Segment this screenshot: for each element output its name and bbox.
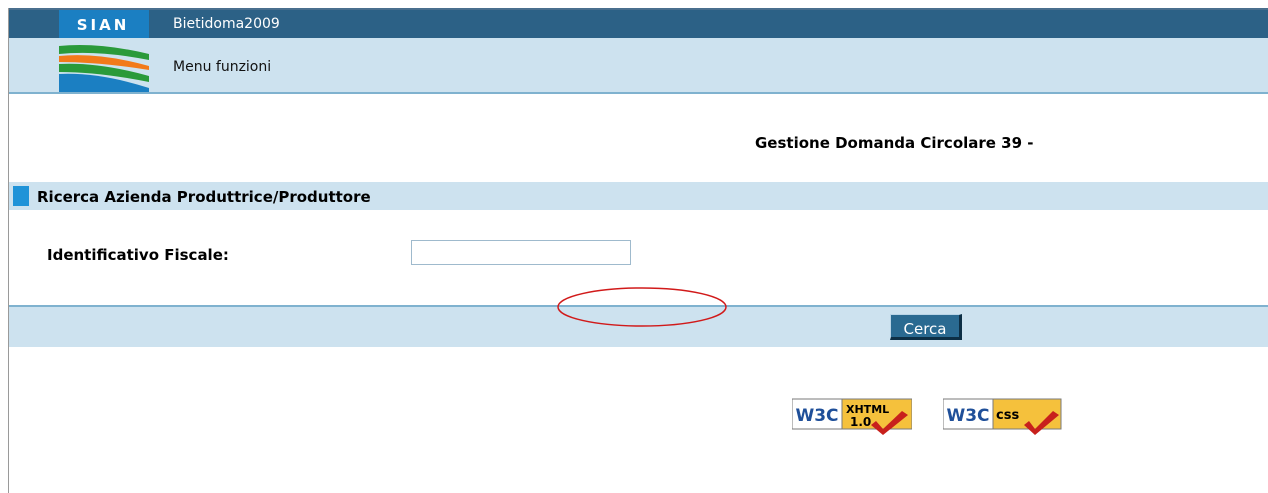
xhtml-version: 1.0 bbox=[850, 415, 871, 429]
app-title: Bietidoma2009 bbox=[173, 16, 280, 32]
css-label: css bbox=[996, 408, 1019, 423]
w3c-logo-text: W3C bbox=[946, 406, 989, 426]
sian-logo: SIAN bbox=[59, 10, 149, 92]
w3c-xhtml-badge[interactable]: W3C XHTML 1.0 bbox=[791, 393, 913, 435]
w3c-logo-text: W3C bbox=[795, 406, 838, 426]
section-marker bbox=[13, 186, 29, 206]
w3c-css-badge[interactable]: W3C css bbox=[942, 393, 1063, 435]
menu-functions-link[interactable]: Menu funzioni bbox=[173, 59, 271, 75]
fiscal-id-label: Identificativo Fiscale: bbox=[47, 246, 229, 264]
page-heading: Gestione Domanda Circolare 39 - bbox=[755, 134, 1034, 152]
search-button[interactable]: Cerca bbox=[890, 314, 962, 340]
red-highlight-ellipse bbox=[557, 287, 727, 327]
sian-logo-text: SIAN bbox=[77, 16, 130, 34]
section-title: Ricerca Azienda Produttrice/Produttore bbox=[37, 188, 371, 206]
fiscal-id-input[interactable] bbox=[411, 240, 631, 265]
